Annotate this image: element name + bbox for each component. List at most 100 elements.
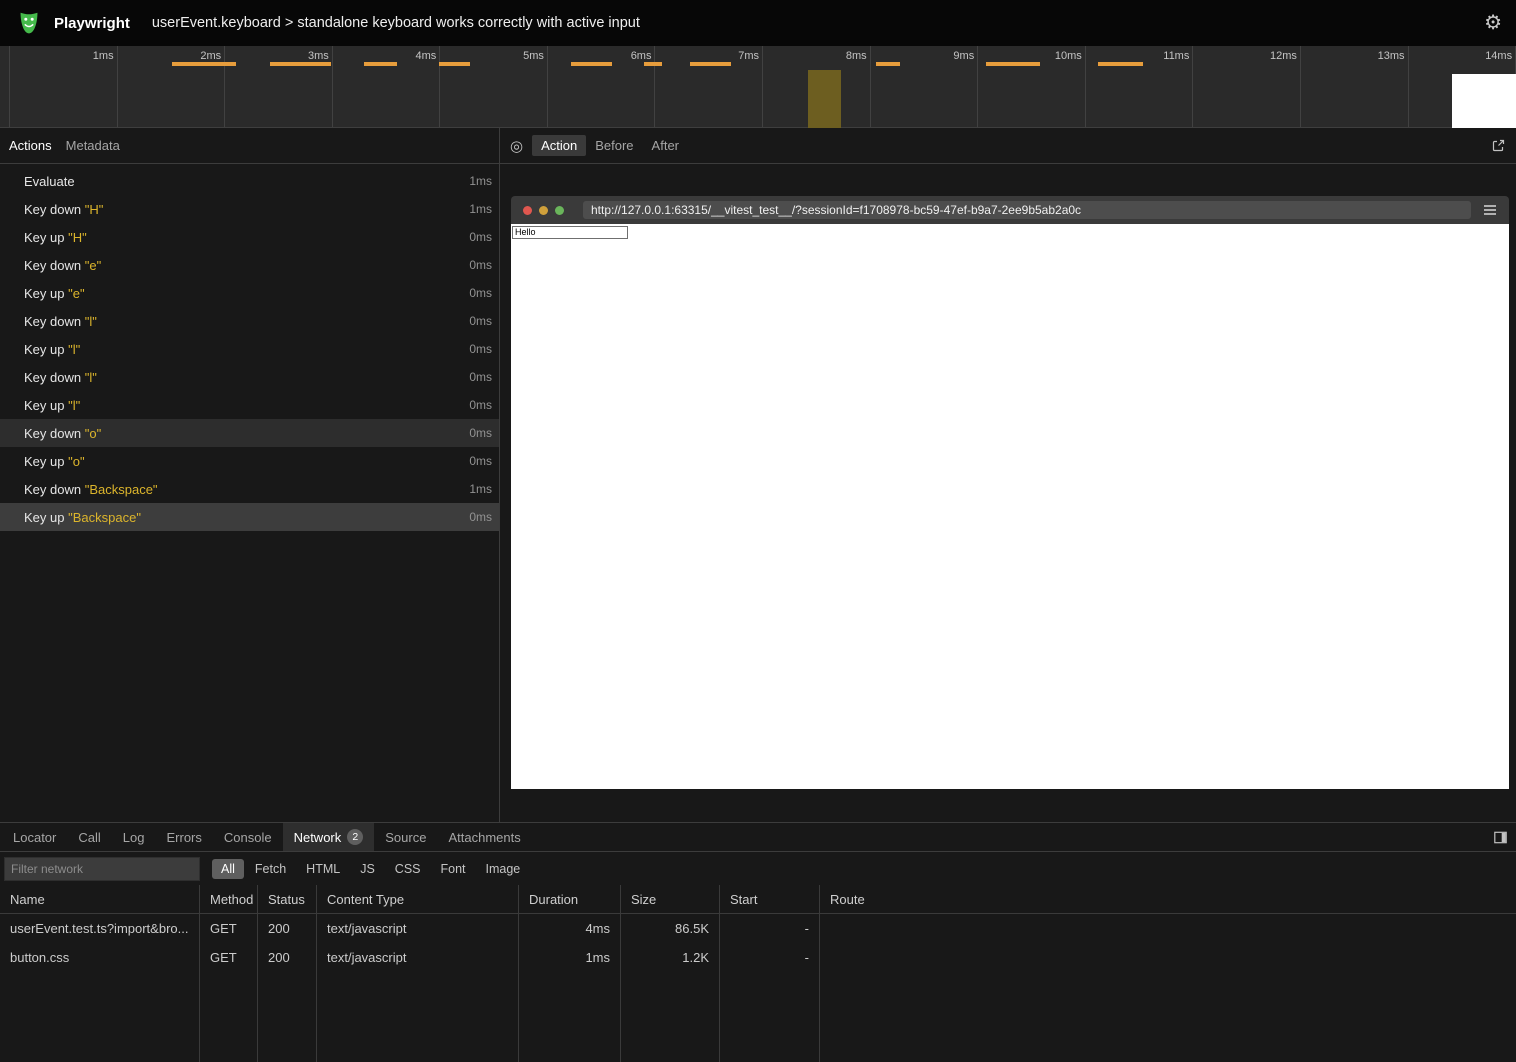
action-row[interactable]: Evaluate1ms — [0, 167, 499, 195]
cell-method: GET — [200, 914, 258, 943]
timeline-action-bar[interactable] — [172, 62, 236, 66]
timeline-cell[interactable]: 11ms — [1086, 46, 1194, 127]
timeline-cell[interactable]: 2ms — [118, 46, 226, 127]
action-title: Key down "Backspace" — [24, 482, 158, 497]
action-duration: 0ms — [469, 342, 492, 356]
network-count-badge: 2 — [347, 829, 363, 845]
action-row[interactable]: Key down "l"0ms — [0, 307, 499, 335]
timeline-action-bar[interactable] — [270, 62, 331, 66]
snapshot-panel: ◎ ActionBeforeAfter http://127.0.0.1:633… — [500, 128, 1516, 822]
timeline-cell[interactable]: 3ms — [225, 46, 333, 127]
filter-chip-html[interactable]: HTML — [297, 859, 349, 879]
app-name: Playwright — [54, 15, 130, 32]
url-bar: http://127.0.0.1:63315/__vitest_test__/?… — [583, 201, 1471, 219]
action-key: "Backspace" — [85, 482, 158, 497]
cell-size: 86.5K — [621, 914, 720, 943]
tab-console[interactable]: Console — [213, 823, 283, 851]
action-duration: 0ms — [469, 258, 492, 272]
timeline-action-bar[interactable] — [571, 62, 612, 66]
timeline-action-bar[interactable] — [986, 62, 1040, 66]
snapshot-area: http://127.0.0.1:63315/__vitest_test__/?… — [500, 164, 1516, 822]
column-header-name: Name — [0, 885, 200, 913]
filter-chip-image[interactable]: Image — [477, 859, 530, 879]
column-header-status: Status — [258, 885, 317, 913]
action-key: "l" — [85, 370, 97, 385]
network-filter-input[interactable] — [4, 857, 200, 881]
tab-call[interactable]: Call — [67, 823, 111, 851]
action-row[interactable]: Key down "H"1ms — [0, 195, 499, 223]
timeline[interactable]: 1ms2ms3ms4ms5ms6ms7ms8ms9ms10ms11ms12ms1… — [0, 46, 1516, 128]
timeline-tick-label: 5ms — [440, 46, 547, 62]
filter-chip-all[interactable]: All — [212, 859, 244, 879]
tab-action[interactable]: Action — [532, 135, 586, 156]
action-row[interactable]: Key up "l"0ms — [0, 391, 499, 419]
column-header-start: Start — [720, 885, 820, 913]
timeline-cell[interactable]: 6ms — [548, 46, 656, 127]
tab-errors[interactable]: Errors — [155, 823, 212, 851]
timeline-action-bar[interactable] — [644, 62, 662, 66]
timeline-selection[interactable] — [808, 70, 841, 128]
timeline-action-bar[interactable] — [1098, 62, 1143, 66]
action-key: "H" — [85, 202, 104, 217]
cell-name: button.css — [0, 943, 200, 972]
timeline-cell[interactable]: 5ms — [440, 46, 548, 127]
network-filter-row: AllFetchHTMLJSCSSFontImage — [0, 852, 1516, 885]
timeline-cell[interactable]: 4ms — [333, 46, 441, 127]
timeline-cell[interactable]: 9ms — [871, 46, 979, 127]
action-key: "H" — [68, 230, 87, 245]
tab-metadata[interactable]: Metadata — [59, 128, 127, 163]
film-strip-thumbnail[interactable] — [1452, 74, 1516, 128]
tab-attachments[interactable]: Attachments — [437, 823, 531, 851]
tab-network[interactable]: Network2 — [283, 823, 375, 851]
timeline-cell[interactable]: 10ms — [978, 46, 1086, 127]
tab-source[interactable]: Source — [374, 823, 437, 851]
text-input[interactable]: Hello — [512, 226, 628, 239]
filter-chip-fetch[interactable]: Fetch — [246, 859, 295, 879]
action-row[interactable]: Key up "Backspace"0ms — [0, 503, 499, 531]
timeline-ruler: 1ms2ms3ms4ms5ms6ms7ms8ms9ms10ms11ms12ms1… — [0, 46, 1516, 127]
action-row[interactable]: Key down "Backspace"1ms — [0, 475, 499, 503]
action-key: "Backspace" — [68, 510, 141, 525]
filter-chip-css[interactable]: CSS — [386, 859, 430, 879]
tab-locator[interactable]: Locator — [2, 823, 67, 851]
timeline-action-bar[interactable] — [876, 62, 900, 66]
details-tabs: LocatorCallLogErrorsConsoleNetwork2Sourc… — [2, 823, 532, 851]
action-key: "e" — [85, 258, 101, 273]
timeline-cell[interactable]: 13ms — [1301, 46, 1409, 127]
settings-gear-icon[interactable]: ⚙ — [1484, 13, 1502, 33]
timeline-cell[interactable]: 1ms — [9, 46, 118, 127]
pick-locator-icon[interactable]: ◎ — [510, 137, 523, 155]
network-row[interactable]: userEvent.test.ts?import&bro...GET200tex… — [0, 914, 1516, 943]
panel-layout-toggle-icon[interactable] — [1493, 830, 1508, 845]
column-header-content_type: Content Type — [317, 885, 519, 913]
tab-before[interactable]: Before — [586, 135, 642, 156]
action-row[interactable]: Key up "H"0ms — [0, 223, 499, 251]
action-row[interactable]: Key up "e"0ms — [0, 279, 499, 307]
timeline-tick-label: 12ms — [1193, 46, 1300, 62]
tab-actions[interactable]: Actions — [2, 128, 59, 163]
filter-chip-font[interactable]: Font — [432, 859, 475, 879]
action-title: Key down "l" — [24, 370, 97, 385]
action-row[interactable]: Key down "l"0ms — [0, 363, 499, 391]
menu-icon — [1483, 204, 1497, 216]
timeline-action-bar[interactable] — [690, 62, 731, 66]
network-row[interactable]: button.cssGET200text/javascript1ms1.2K- — [0, 943, 1516, 972]
action-row[interactable]: Key up "l"0ms — [0, 335, 499, 363]
action-row[interactable]: Key down "e"0ms — [0, 251, 499, 279]
filter-chip-js[interactable]: JS — [351, 859, 384, 879]
action-row[interactable]: Key down "o"0ms — [0, 419, 499, 447]
action-row[interactable]: Key up "o"0ms — [0, 447, 499, 475]
open-external-icon[interactable] — [1491, 138, 1506, 153]
tab-log[interactable]: Log — [112, 823, 156, 851]
action-duration: 0ms — [469, 398, 492, 412]
timeline-cell[interactable]: 12ms — [1193, 46, 1301, 127]
timeline-tick-label: 11ms — [1086, 46, 1193, 62]
column-header-route: Route — [820, 885, 1516, 913]
timeline-action-bar[interactable] — [364, 62, 397, 66]
actions-panel: ActionsMetadata Evaluate1msKey down "H"1… — [0, 128, 500, 822]
timeline-action-bar[interactable] — [439, 62, 470, 66]
action-duration: 0ms — [469, 510, 492, 524]
tab-after[interactable]: After — [643, 135, 688, 156]
timeline-cell[interactable]: 7ms — [655, 46, 763, 127]
timeline-tick-label: 13ms — [1301, 46, 1408, 62]
